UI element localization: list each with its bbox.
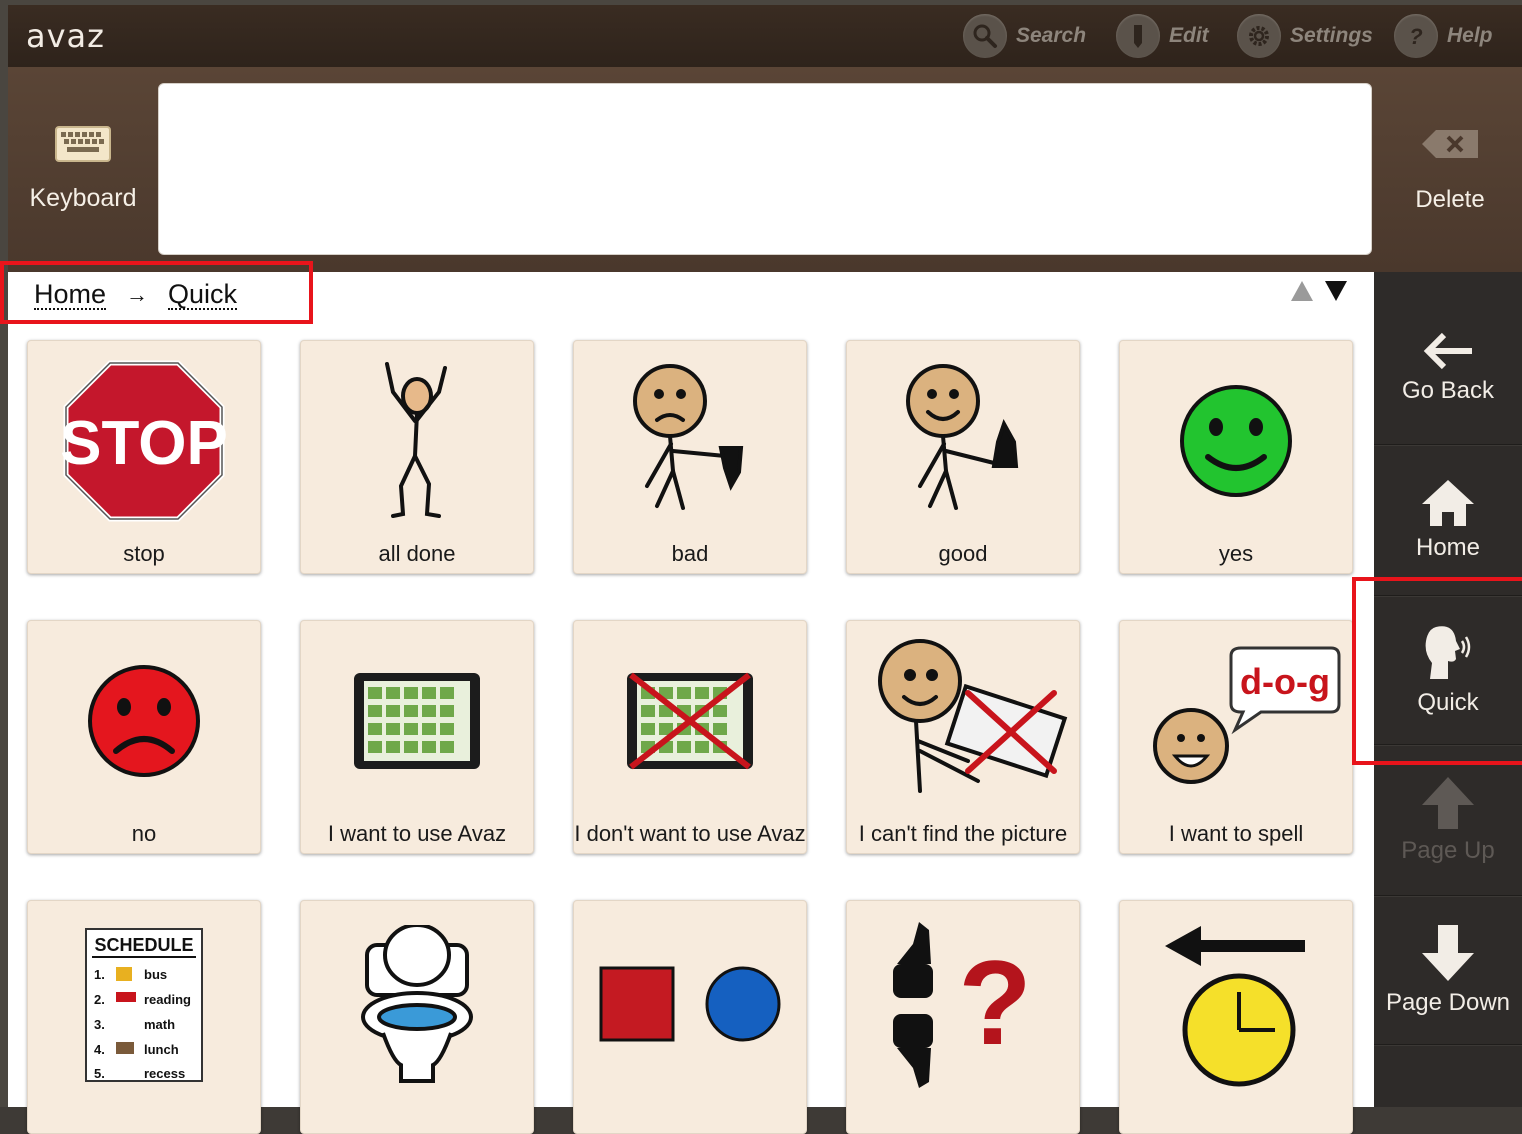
thumbs-question-icon: ? bbox=[893, 921, 1032, 1088]
cant-find-picture-icon bbox=[878, 639, 1068, 793]
tile-yes[interactable]: yes bbox=[1119, 340, 1353, 574]
gear-icon bbox=[1237, 14, 1281, 58]
avaz-logo: avaz bbox=[26, 17, 105, 55]
edit-label: Edit bbox=[1169, 24, 1209, 47]
breadcrumb-highlight-box bbox=[0, 261, 313, 324]
page-up-button[interactable]: Page Up bbox=[1374, 745, 1522, 896]
delete-button[interactable]: Delete bbox=[1378, 67, 1522, 272]
schedule-icon: SCHEDULE 1. bus 2. reading 3. math 4. lunch … bbox=[85, 927, 203, 1082]
svg-text:?: ? bbox=[958, 936, 1031, 1070]
page-down-label: Page Down bbox=[1385, 989, 1511, 1016]
schedule-row-num: 5. bbox=[94, 1066, 105, 1081]
edit-button[interactable]: Edit bbox=[1116, 14, 1209, 58]
triangle-up-icon[interactable] bbox=[1290, 280, 1314, 302]
thumbs-up-figure-icon bbox=[906, 364, 1019, 510]
page-up-label: Page Up bbox=[1401, 837, 1495, 864]
schedule-row-num: 2. bbox=[94, 992, 105, 1007]
tablet-crossed-icon bbox=[627, 672, 753, 770]
tile-good-or-bad[interactable]: ? bbox=[846, 900, 1080, 1134]
tile-label: yes bbox=[1218, 541, 1254, 566]
tile-label: all done bbox=[378, 541, 456, 566]
schedule-row-text: math bbox=[144, 1017, 175, 1032]
green-smiley-icon bbox=[1180, 385, 1292, 497]
home-label: Home bbox=[1415, 534, 1481, 561]
delete-label: Delete bbox=[1415, 185, 1485, 213]
red-frowny-icon bbox=[88, 665, 200, 777]
spell-dog-icon: d-o-g bbox=[1153, 646, 1341, 784]
svg-text:?: ? bbox=[1409, 24, 1422, 49]
shapes-icon bbox=[599, 966, 781, 1041]
arrow-left-icon bbox=[1423, 332, 1472, 370]
search-button[interactable]: Search bbox=[963, 14, 1086, 58]
search-label: Search bbox=[1016, 24, 1087, 47]
schedule-row-num: 3. bbox=[94, 1017, 105, 1032]
schedule-row-text: lunch bbox=[144, 1042, 179, 1057]
backspace-icon bbox=[1422, 129, 1478, 158]
tile-toilet[interactable] bbox=[300, 900, 534, 1134]
arrow-up-icon bbox=[1422, 777, 1474, 829]
tile-label: I don't want to use Avaz bbox=[574, 821, 806, 846]
tile-schedule[interactable]: SCHEDULE 1. bus 2. reading 3. math 4. lunch … bbox=[27, 900, 261, 1134]
spell-bubble-text: d-o-g bbox=[1240, 661, 1330, 702]
tile-label: I can't find the picture bbox=[858, 821, 1068, 846]
clock-back-icon bbox=[1165, 925, 1305, 1086]
pencil-icon bbox=[1116, 14, 1160, 58]
keyboard-button[interactable]: Keyboard bbox=[8, 67, 158, 272]
go-back-button[interactable]: Go Back bbox=[1374, 292, 1522, 445]
tile-cant-find-picture[interactable]: I can't find the picture bbox=[846, 620, 1080, 854]
thumbs-down-figure-icon bbox=[633, 364, 744, 510]
toilet-icon bbox=[361, 924, 473, 1083]
tile-label: I want to spell bbox=[1168, 821, 1304, 846]
tile-dont-want-use-avaz[interactable]: I don't want to use Avaz bbox=[573, 620, 807, 854]
home-icon bbox=[1422, 480, 1474, 526]
tile-label: I want to use Avaz bbox=[327, 821, 507, 846]
help-label: Help bbox=[1447, 24, 1493, 47]
schedule-row-num: 4. bbox=[94, 1042, 105, 1057]
tile-want-to-spell[interactable]: d-o-g I want to spell bbox=[1119, 620, 1353, 854]
search-icon bbox=[963, 14, 1007, 58]
tile-want-use-avaz[interactable]: I want to use Avaz bbox=[300, 620, 534, 854]
tile-label: stop bbox=[123, 541, 165, 566]
app-frame: avaz Search Edit Settings ? Help Keyboar… bbox=[0, 0, 1522, 1134]
tile-no[interactable]: no bbox=[27, 620, 261, 854]
schedule-row-text: bus bbox=[144, 967, 167, 982]
tile-label: good bbox=[938, 541, 988, 566]
schedule-row-text: reading bbox=[144, 992, 191, 1007]
stop-sign-text: STOP bbox=[62, 409, 226, 478]
tile-good[interactable]: good bbox=[846, 340, 1080, 574]
all-done-figure-icon bbox=[385, 362, 447, 518]
home-button[interactable]: Home bbox=[1374, 445, 1522, 596]
scroll-arrows bbox=[1290, 280, 1348, 302]
top-bar: avaz Search Edit Settings ? Help bbox=[8, 5, 1522, 67]
question-icon: ? bbox=[1394, 14, 1438, 58]
tile-label: no bbox=[131, 821, 157, 846]
schedule-row-num: 1. bbox=[94, 967, 105, 982]
schedule-title: SCHEDULE bbox=[94, 935, 193, 955]
vocabulary-grid: Home → Quick STOP stop all done bad good… bbox=[8, 272, 1374, 1134]
tile-bad[interactable]: bad bbox=[573, 340, 807, 574]
message-box[interactable] bbox=[158, 83, 1372, 255]
tile-clock-back[interactable] bbox=[1119, 900, 1353, 1134]
triangle-down-icon[interactable] bbox=[1324, 280, 1348, 302]
schedule-row-text: recess bbox=[144, 1066, 185, 1081]
tile-stop[interactable]: STOP stop bbox=[27, 340, 261, 574]
keyboard-icon bbox=[55, 126, 111, 162]
tile-all-done[interactable]: all done bbox=[300, 340, 534, 574]
settings-label: Settings bbox=[1290, 24, 1373, 47]
arrow-down-icon bbox=[1422, 925, 1474, 981]
settings-button[interactable]: Settings bbox=[1237, 14, 1373, 58]
page-down-button[interactable]: Page Down bbox=[1374, 896, 1522, 1045]
message-bar: Keyboard Delete bbox=[8, 67, 1522, 272]
go-back-label: Go Back bbox=[1401, 377, 1495, 404]
tablet-icon bbox=[354, 673, 480, 769]
quick-highlight-box bbox=[1352, 577, 1522, 765]
keyboard-label: Keyboard bbox=[29, 184, 137, 212]
stop-sign-icon: STOP bbox=[62, 360, 226, 522]
help-button[interactable]: ? Help bbox=[1394, 14, 1493, 58]
tile-label: bad bbox=[671, 541, 709, 566]
tile-shapes[interactable] bbox=[573, 900, 807, 1134]
